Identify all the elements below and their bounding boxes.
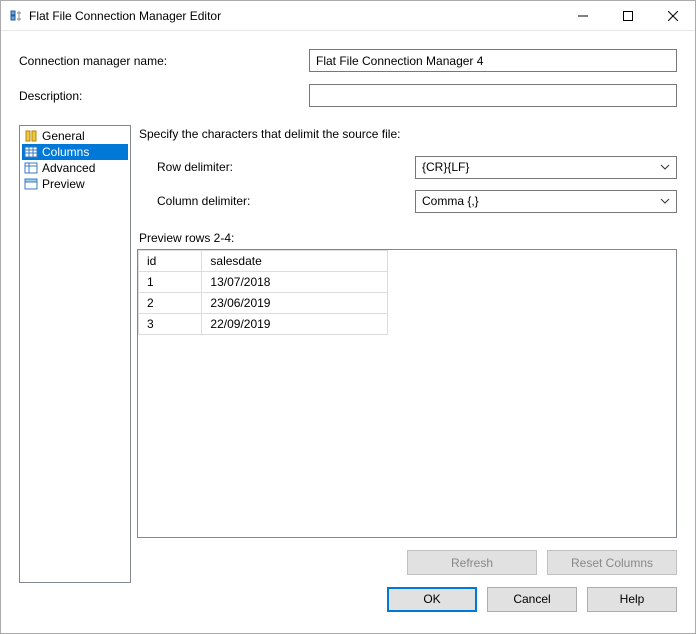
help-button[interactable]: Help <box>587 587 677 612</box>
instruction-text: Specify the characters that delimit the … <box>139 127 677 141</box>
nav-item-label: Columns <box>42 145 89 159</box>
chevron-down-icon <box>660 198 670 204</box>
nav-item-label: Advanced <box>42 161 95 175</box>
nav-pane[interactable]: General Columns Advanced Preview <box>19 125 131 583</box>
table-cell: 22/09/2019 <box>202 314 388 335</box>
minimize-button[interactable] <box>560 1 605 30</box>
preview-grid: idsalesdate113/07/2018223/06/2019322/09/… <box>138 250 388 335</box>
preview-grid-container[interactable]: idsalesdate113/07/2018223/06/2019322/09/… <box>137 249 677 538</box>
column-delimiter-row: Column delimiter: Comma {,} <box>157 189 677 213</box>
row-delimiter-row: Row delimiter: {CR}{LF} <box>157 155 677 179</box>
ok-button[interactable]: OK <box>387 587 477 612</box>
column-delimiter-label: Column delimiter: <box>157 194 407 208</box>
preview-icon <box>24 177 38 191</box>
table-cell: 13/07/2018 <box>202 272 388 293</box>
table-cell: 1 <box>139 272 202 293</box>
column-header[interactable]: salesdate <box>202 251 388 272</box>
column-delimiter-select[interactable]: Comma {,} <box>415 190 677 213</box>
nav-item-columns[interactable]: Columns <box>22 144 128 160</box>
conn-name-label: Connection manager name: <box>19 54 309 68</box>
advanced-icon <box>24 161 38 175</box>
nav-item-preview[interactable]: Preview <box>22 176 128 192</box>
table-row[interactable]: 223/06/2019 <box>139 293 388 314</box>
description-label: Description: <box>19 89 309 103</box>
columns-icon <box>24 145 38 159</box>
table-cell: 2 <box>139 293 202 314</box>
cancel-button[interactable]: Cancel <box>487 587 577 612</box>
conn-name-row: Connection manager name: <box>19 49 677 72</box>
row-delimiter-value: {CR}{LF} <box>422 160 469 174</box>
page-columns: Specify the characters that delimit the … <box>137 125 677 583</box>
app-icon <box>9 9 23 23</box>
main-split: General Columns Advanced Preview Specify th… <box>19 125 677 583</box>
table-row[interactable]: 113/07/2018 <box>139 272 388 293</box>
nav-item-label: Preview <box>42 177 85 191</box>
column-header[interactable]: id <box>139 251 202 272</box>
column-delimiter-value: Comma {,} <box>422 194 479 208</box>
description-input[interactable] <box>309 84 677 107</box>
refresh-button[interactable]: Refresh <box>407 550 537 575</box>
window-controls <box>560 1 695 30</box>
nav-item-general[interactable]: General <box>22 128 128 144</box>
maximize-button[interactable] <box>605 1 650 30</box>
conn-name-input[interactable] <box>309 49 677 72</box>
reset-columns-button[interactable]: Reset Columns <box>547 550 677 575</box>
close-button[interactable] <box>650 1 695 30</box>
titlebar: Flat File Connection Manager Editor <box>1 1 695 31</box>
preview-label: Preview rows 2-4: <box>139 231 677 245</box>
description-row: Description: <box>19 84 677 107</box>
table-row[interactable]: 322/09/2019 <box>139 314 388 335</box>
window-title: Flat File Connection Manager Editor <box>29 9 560 23</box>
window: Flat File Connection Manager Editor Conn… <box>0 0 696 634</box>
delimiter-form: Row delimiter: {CR}{LF} Column delimiter… <box>137 155 677 229</box>
mid-buttons: Refresh Reset Columns <box>137 550 677 575</box>
general-icon <box>24 129 38 143</box>
table-cell: 23/06/2019 <box>202 293 388 314</box>
content-area: Connection manager name: Description: Ge… <box>1 31 695 583</box>
row-delimiter-label: Row delimiter: <box>157 160 407 174</box>
nav-item-label: General <box>42 129 85 143</box>
footer-buttons: OK Cancel Help <box>1 583 695 633</box>
chevron-down-icon <box>660 164 670 170</box>
row-delimiter-select[interactable]: {CR}{LF} <box>415 156 677 179</box>
table-cell: 3 <box>139 314 202 335</box>
nav-item-advanced[interactable]: Advanced <box>22 160 128 176</box>
